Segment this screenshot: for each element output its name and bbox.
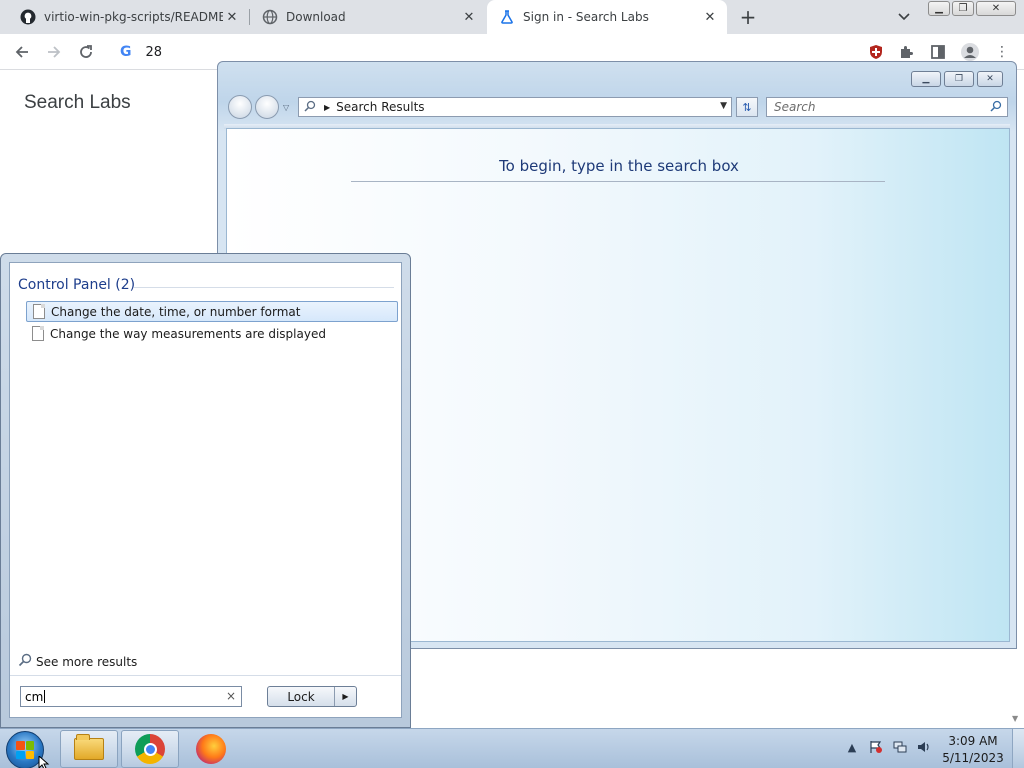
forward-arrow-icon[interactable] [255, 95, 279, 119]
breadcrumb-arrow-icon[interactable]: ▶ [324, 103, 330, 112]
clock-date: 5/11/2023 [942, 751, 1004, 765]
start-menu: Control Panel (2) Change the date, time,… [0, 253, 411, 728]
result-item-date-time-format[interactable]: Change the date, time, or number format [26, 301, 398, 322]
control-panel-item-icon [32, 326, 44, 341]
volume-speaker-icon[interactable] [916, 739, 932, 755]
empty-search-message: To begin, type in the search box [499, 157, 739, 175]
firefox-icon [196, 734, 226, 764]
tab-download[interactable]: Download ✕ [250, 0, 486, 34]
result-item-label: Change the date, time, or number format [51, 304, 301, 319]
close-tab-icon[interactable]: ✕ [460, 8, 478, 26]
taskbar: ▲ 3:09 AM 5/11/2023 [0, 728, 1024, 768]
globe-icon [262, 9, 278, 25]
see-more-label: See more results [36, 654, 138, 669]
minimize-button[interactable]: ▁ [911, 71, 941, 87]
power-options-arrow-icon[interactable]: ▶ [335, 692, 356, 701]
browser-tab-strip: virtio-win-pkg-scripts/README.m ✕ Downlo… [0, 0, 1024, 34]
search-query: cm [25, 689, 44, 704]
address-text: Search Results [336, 100, 425, 114]
browser-page-background [410, 649, 1024, 727]
restore-button[interactable]: ❐ [952, 1, 974, 16]
explorer-window-controls: ▁ ❐ ✕ [911, 71, 1003, 87]
explorer-search-box[interactable]: Search [766, 97, 1008, 117]
forward-button[interactable] [42, 40, 66, 64]
group-title-divider [134, 287, 394, 288]
new-tab-button[interactable]: + [736, 5, 760, 29]
explorer-nav-buttons: ▽ [228, 95, 289, 119]
close-tab-icon[interactable]: ✕ [223, 8, 241, 26]
result-group-title[interactable]: Control Panel (2) [18, 277, 135, 293]
search-icon [304, 100, 316, 115]
page-title: Search Labs [24, 92, 131, 113]
address-dropdown-icon[interactable]: ▼ [720, 101, 727, 111]
start-search-input[interactable]: cm × [20, 686, 242, 707]
taskbar-google-chrome[interactable] [121, 730, 179, 768]
close-button[interactable]: ✕ [977, 71, 1003, 87]
close-tab-icon[interactable]: ✕ [701, 8, 719, 26]
action-center-flag-icon[interactable] [868, 739, 884, 755]
taskbar-firefox[interactable] [182, 730, 240, 768]
message-underline [351, 181, 885, 182]
search-icon [18, 653, 32, 670]
minimize-button[interactable]: ▁ [928, 1, 950, 16]
back-arrow-icon[interactable] [228, 95, 252, 119]
result-item-label: Change the way measurements are displaye… [50, 326, 326, 341]
close-button[interactable]: ✕ [976, 1, 1016, 16]
result-item-measurements[interactable]: Change the way measurements are displaye… [26, 323, 398, 344]
lock-button-label: Lock [287, 689, 315, 704]
google-icon: G [120, 44, 132, 60]
flask-icon [499, 9, 515, 25]
address-text: 28 [145, 44, 163, 60]
back-button[interactable] [10, 40, 34, 64]
search-icon[interactable] [990, 100, 1002, 115]
tab-title: Sign in - Search Labs [523, 10, 649, 24]
tab-title: Download [286, 10, 346, 24]
chrome-icon [135, 734, 165, 764]
refresh-icon[interactable]: ⇅ [736, 97, 758, 117]
tab-search-chevron-icon[interactable] [895, 8, 913, 26]
maximize-button[interactable]: ❐ [944, 71, 974, 87]
text-caret [44, 690, 46, 703]
system-tray: ▲ [844, 739, 932, 755]
tab-title: virtio-win-pkg-scripts/README.m [44, 10, 223, 24]
taskbar-clock[interactable]: 3:09 AM 5/11/2023 [940, 733, 1006, 767]
explorer-address-bar[interactable]: ▶ Search Results ▼ [298, 97, 732, 117]
show-desktop-button[interactable] [1012, 729, 1024, 768]
show-hidden-icons-chevron-icon[interactable]: ▲ [844, 739, 860, 755]
start-menu-results-panel: Control Panel (2) Change the date, time,… [9, 262, 402, 718]
window-controls: ▁ ❐ ✕ [928, 1, 1016, 17]
lock-button[interactable]: Lock ▶ [267, 686, 357, 707]
search-placeholder: Search [774, 100, 816, 114]
network-icon[interactable] [892, 739, 908, 755]
github-icon [20, 9, 36, 25]
clock-time: 3:09 AM [948, 734, 998, 748]
taskbar-windows-explorer[interactable] [60, 730, 118, 768]
folder-icon [74, 734, 104, 760]
tab-search-labs[interactable]: Sign in - Search Labs ✕ [487, 0, 727, 34]
control-panel-item-icon [33, 304, 45, 319]
see-more-results-link[interactable]: See more results [18, 653, 137, 670]
recent-pages-dropdown-icon[interactable]: ▽ [283, 103, 289, 112]
scroll-down-icon[interactable]: ▼ [1012, 714, 1018, 723]
windows-logo-icon [16, 741, 34, 759]
reload-button[interactable] [74, 40, 98, 64]
tab-github-readme[interactable]: virtio-win-pkg-scripts/README.m ✕ [8, 0, 249, 34]
clear-search-icon[interactable]: × [226, 689, 236, 703]
start-menu-divider [10, 675, 401, 676]
